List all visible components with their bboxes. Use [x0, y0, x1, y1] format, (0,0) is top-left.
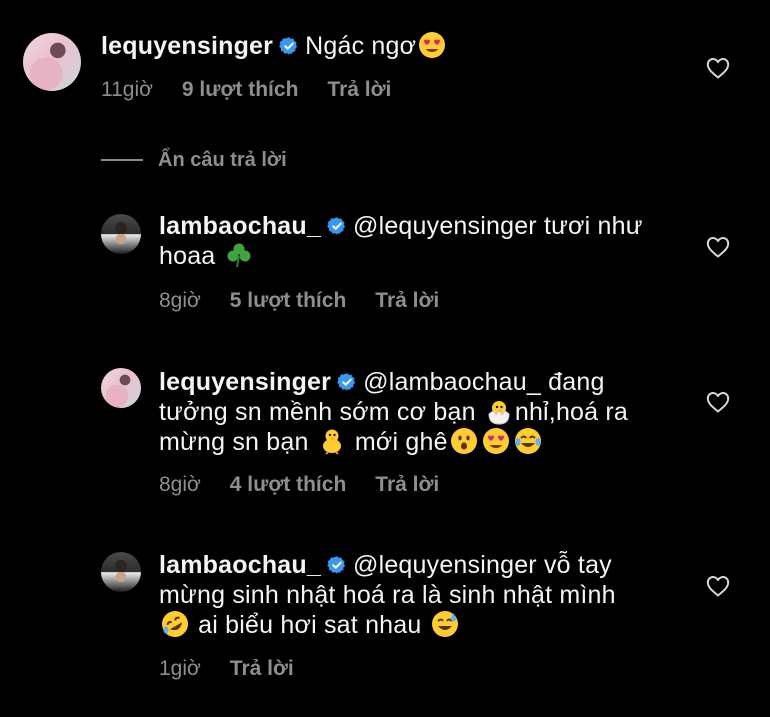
- comment-text: lambaochau_ @lequyensinger tươi như hoaa: [159, 211, 679, 271]
- comment-body-line-2b: nhỉ,hoá ra: [514, 398, 629, 426]
- hide-replies-toggle[interactable]: Ẩn câu trả lời: [101, 145, 287, 175]
- comment-text: lambaochau_ @lequyensinger vỗ tay mừng si…: [159, 550, 679, 640]
- comment-body-line-1: @lambaochau_ đang: [363, 368, 605, 396]
- comment-body-line-2: hoaa: [159, 242, 216, 270]
- timestamp: 11giờ: [101, 78, 153, 101]
- shamrock-emoji-icon: [227, 243, 251, 268]
- username[interactable]: lequyensinger: [159, 368, 331, 396]
- heart-eyes-emoji-icon: [418, 31, 446, 59]
- reply-button[interactable]: Trả lời: [375, 289, 439, 312]
- comment-body-line-2a: tưởng sn mềnh sớm cơ bạn: [159, 398, 476, 426]
- reply-button[interactable]: Trả lời: [375, 473, 439, 496]
- heart-icon[interactable]: [706, 391, 730, 413]
- comment-body-line-2: mừng sinh nhật hoá ra là sinh nhật mình: [159, 581, 616, 609]
- username[interactable]: lambaochau_: [159, 551, 321, 579]
- likes-count[interactable]: 4 lượt thích: [230, 473, 346, 496]
- likes-count[interactable]: 5 lượt thích: [230, 289, 346, 312]
- comment-meta: 8giờ 4 lượt thích Trả lời: [159, 473, 468, 497]
- comment-body-line-1: @lequyensinger vỗ tay: [352, 551, 612, 579]
- verified-icon: [327, 555, 347, 575]
- comment-body-line-1: @lequyensinger tươi như: [352, 212, 643, 240]
- comment-meta: 8giờ 5 lượt thích Trả lời: [159, 289, 468, 313]
- likes-count[interactable]: 9 lượt thích: [182, 78, 298, 101]
- reply-button[interactable]: Trả lời: [230, 657, 294, 680]
- timestamp: 8giờ: [159, 473, 201, 496]
- hushed-face-emoji-icon: [450, 427, 478, 455]
- avatar[interactable]: [101, 552, 141, 592]
- heart-icon[interactable]: [706, 57, 730, 79]
- comment-body-line-3a: mừng sn bạn: [159, 428, 309, 456]
- hide-replies-label: Ẩn câu trả lời: [158, 148, 287, 171]
- baby-chick-emoji-icon: [322, 429, 341, 455]
- username[interactable]: lequyensinger: [101, 32, 273, 60]
- heart-eyes-emoji-icon: [482, 427, 510, 455]
- comment-text: lequyensinger Ngác ngơ: [101, 31, 681, 61]
- avatar[interactable]: [101, 368, 141, 408]
- divider: [101, 159, 143, 161]
- hatching-chick-emoji-icon: [488, 401, 510, 425]
- avatar[interactable]: [101, 214, 141, 254]
- avatar[interactable]: [23, 33, 81, 91]
- sweat-smile-emoji-icon: [431, 610, 459, 638]
- comment-meta: 1giờ Trả lời: [159, 657, 323, 681]
- reply-button[interactable]: Trả lời: [327, 78, 391, 101]
- rolling-laughing-emoji-icon: [161, 610, 189, 638]
- verified-icon: [327, 216, 347, 236]
- timestamp: 1giờ: [159, 657, 201, 680]
- heart-icon[interactable]: [706, 236, 730, 258]
- verified-icon: [337, 372, 357, 392]
- username[interactable]: lambaochau_: [159, 212, 321, 240]
- verified-icon: [279, 36, 299, 56]
- comment-body-line-3b: mới ghê: [354, 428, 448, 456]
- comment-body-line-3: ai biểu hơi sat nhau: [198, 611, 422, 639]
- heart-icon[interactable]: [706, 575, 730, 597]
- tears-of-joy-emoji-icon: [514, 427, 542, 455]
- comment-text: lequyensinger @lambaochau_ đang tưởng sn …: [159, 367, 679, 457]
- comment-body: Ngác ngơ: [305, 32, 417, 60]
- timestamp: 8giờ: [159, 289, 201, 312]
- comment-meta: 11giờ 9 lượt thích Trả lời: [101, 78, 420, 102]
